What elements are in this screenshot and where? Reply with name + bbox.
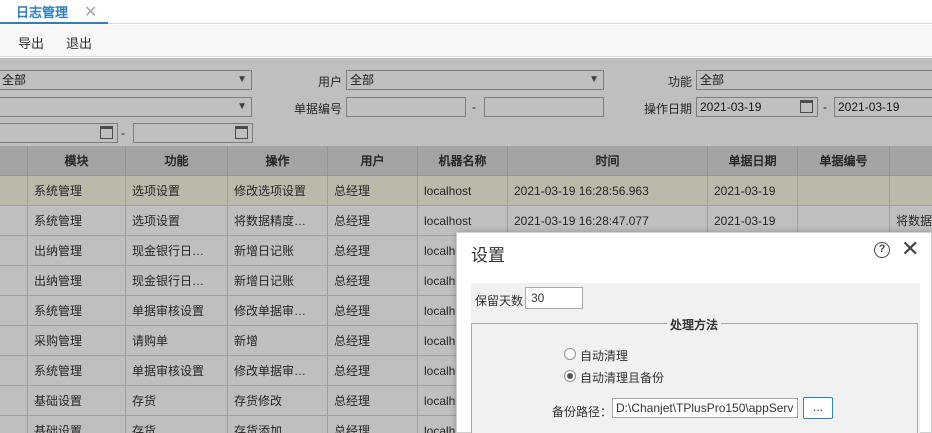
tab-bar: 日志管理 ✕: [0, 0, 932, 24]
close-icon[interactable]: ✕: [901, 236, 919, 262]
method-legend: 处理方法: [667, 316, 722, 333]
retain-days-input[interactable]: 30: [525, 287, 583, 309]
toolbar: 导出 退出: [0, 25, 932, 57]
backup-path-input[interactable]: D:\Chanjet\TPlusPro150\appServ: [612, 398, 798, 418]
tab-label: 日志管理: [16, 4, 69, 20]
browse-button[interactable]: ...: [803, 397, 833, 419]
help-icon[interactable]: ?: [874, 242, 890, 258]
method-group: 处理方法 自动清理 自动清理且备份 备份路径： D:\Chanjet\TPlus…: [471, 316, 918, 433]
retain-days-label: 保留天数: [475, 294, 524, 308]
export-button[interactable]: 导出: [18, 33, 44, 52]
dialog-title: 设置: [471, 246, 505, 265]
auto-clean-label: 自动清理: [580, 349, 629, 363]
auto-clean-radio[interactable]: [564, 348, 576, 360]
tab-log-management[interactable]: 日志管理 ✕: [0, 0, 108, 24]
exit-button[interactable]: 退出: [66, 33, 92, 52]
dialog-body: 保留天数 30 处理方法 自动清理 自动清理且备份 备份路径： D:\Chanj…: [471, 283, 920, 433]
close-icon[interactable]: ✕: [84, 2, 97, 22]
backup-path-label: 备份路径：: [552, 405, 613, 419]
auto-clean-backup-radio[interactable]: [564, 370, 576, 382]
auto-clean-backup-label: 自动清理且备份: [580, 371, 665, 385]
settings-dialog: 设置 ? ✕ 保留天数 30 处理方法 自动清理 自动清理且备份 备份路径： D…: [456, 232, 932, 433]
